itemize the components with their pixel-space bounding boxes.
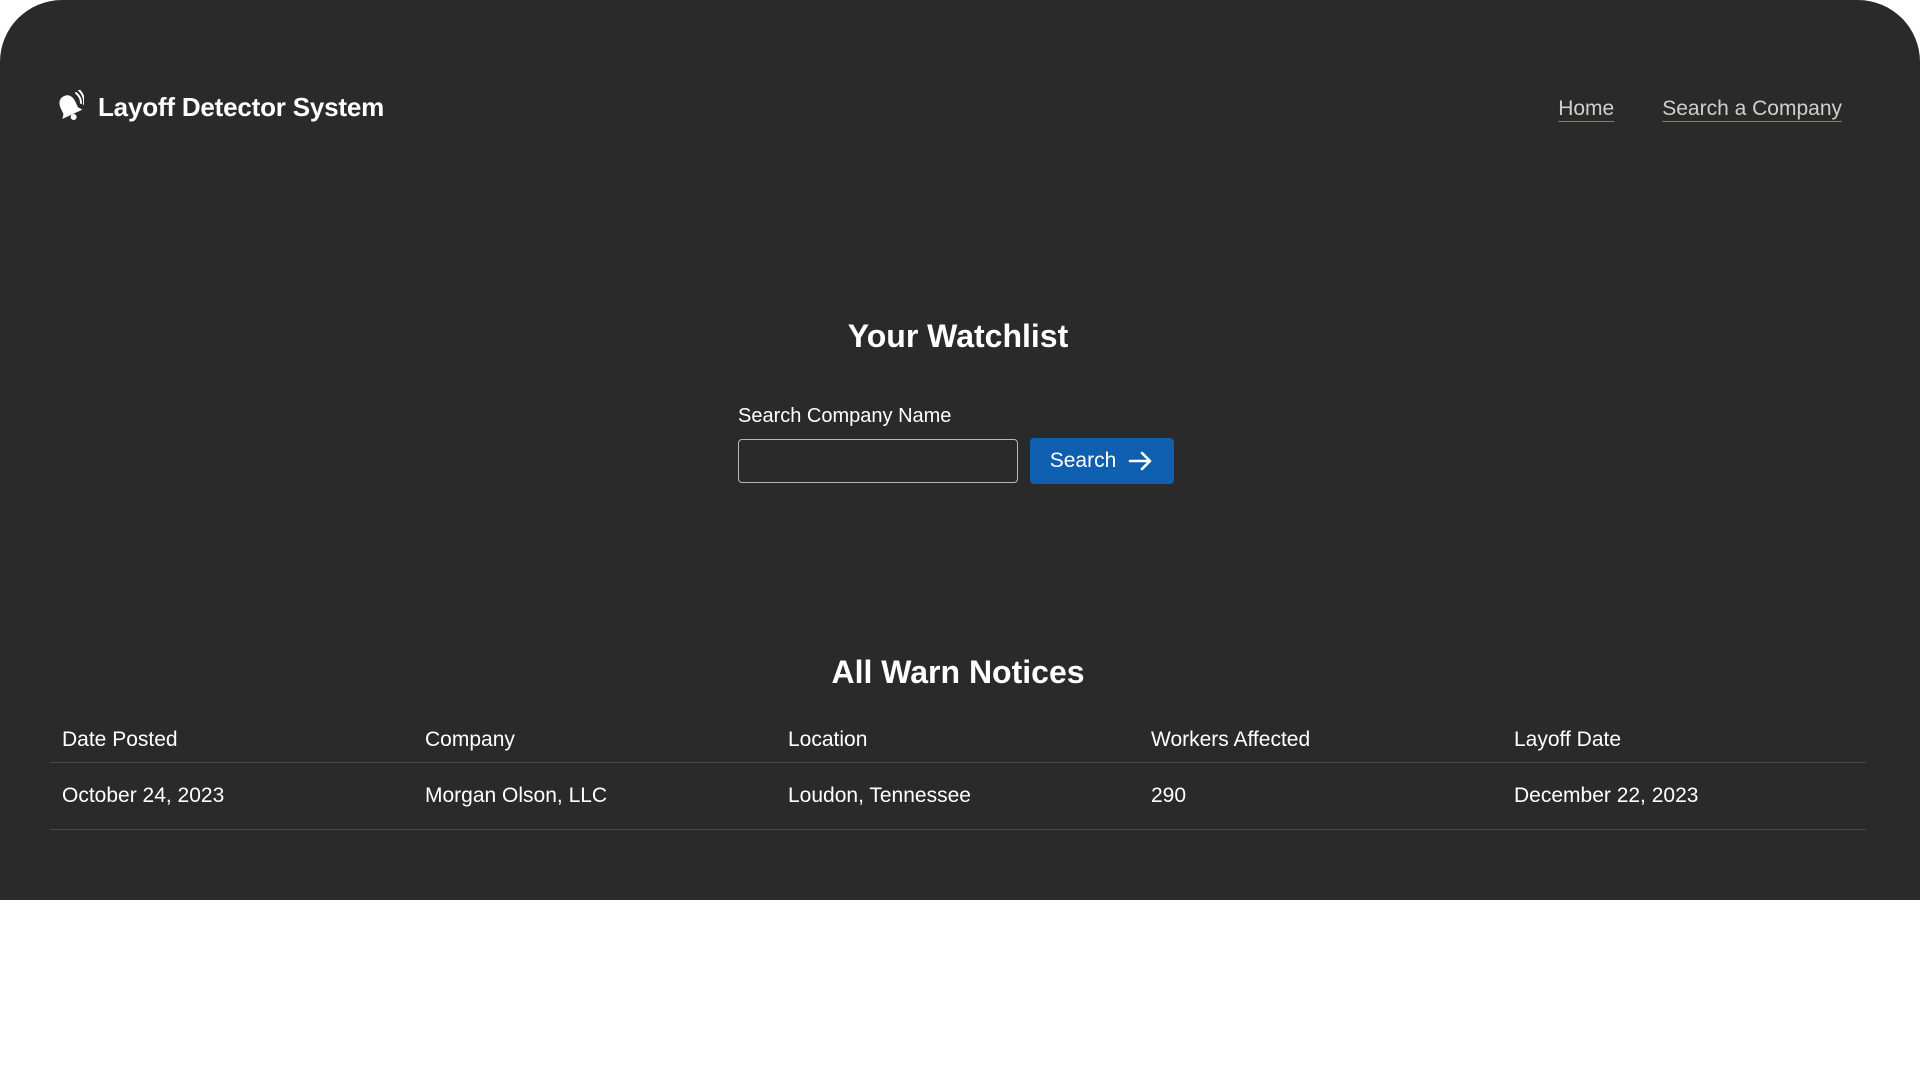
column-header-layoff-date: Layoff Date <box>1514 728 1622 751</box>
search-form: Search Company Name Search <box>738 405 1174 484</box>
column-header-workers-affected: Workers Affected <box>1151 728 1311 751</box>
warn-notices-table: Date Posted Company Location Workers Aff… <box>50 718 1866 830</box>
nav-link-home[interactable]: Home <box>1558 97 1614 121</box>
search-button-label: Search <box>1049 449 1117 472</box>
brand-title: Layoff Detector System <box>98 91 385 122</box>
app-window: Layoff Detector System Home Search a Com… <box>0 0 1920 900</box>
search-button[interactable]: Search <box>1030 438 1174 484</box>
cell-location: Loudon, Tennessee <box>788 784 971 807</box>
column-header-date-posted: Date Posted <box>62 728 178 751</box>
table-row[interactable]: October 24, 2023 Morgan Olson, LLC Loudo… <box>50 763 1866 830</box>
company-search-input[interactable] <box>738 439 1018 483</box>
warn-notices-heading: All Warn Notices <box>831 654 1085 690</box>
cell-date-posted: October 24, 2023 <box>62 784 225 807</box>
cell-layoff-date: December 22, 2023 <box>1514 784 1699 807</box>
search-label: Search Company Name <box>738 405 952 427</box>
cell-company: Morgan Olson, LLC <box>425 784 608 807</box>
top-nav: Home Search a Company <box>1558 97 1842 121</box>
brand: Layoff Detector System <box>54 90 384 124</box>
table-header-row: Date Posted Company Location Workers Aff… <box>50 718 1866 763</box>
nav-link-search-company[interactable]: Search a Company <box>1662 97 1842 121</box>
arrow-right-icon <box>1128 451 1152 471</box>
search-row: Search <box>738 438 1174 484</box>
watchlist-heading: Your Watchlist <box>847 318 1069 354</box>
cell-workers-affected: 290 <box>1151 784 1187 807</box>
column-header-company: Company <box>425 728 515 751</box>
bell-icon <box>59 90 84 120</box>
column-header-location: Location <box>788 728 868 751</box>
